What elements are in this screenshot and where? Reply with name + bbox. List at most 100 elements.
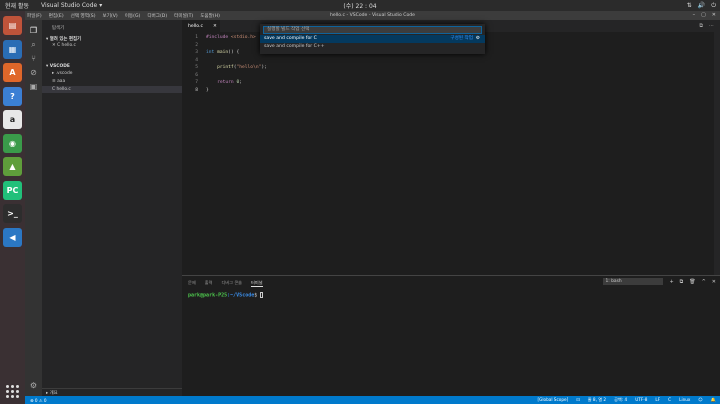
- app-menu[interactable]: Visual Studio Code ▾: [41, 2, 102, 9]
- menu-item[interactable]: 편집(E): [49, 13, 64, 19]
- status-item[interactable]: C: [668, 397, 671, 403]
- outline-section[interactable]: ▸ 개요: [42, 388, 182, 396]
- show-applications-button[interactable]: [4, 383, 20, 399]
- code-line: int main() {: [206, 50, 240, 55]
- close-panel-icon[interactable]: ✕: [712, 279, 716, 285]
- tab-output[interactable]: 출력: [205, 280, 213, 287]
- tab-hello-c[interactable]: hello.c ✕: [182, 20, 220, 32]
- power-icon[interactable]: ⏻: [711, 2, 716, 10]
- menu-item[interactable]: 보기(V): [103, 13, 118, 19]
- line-number: 2: [195, 42, 198, 48]
- window-controls: – ▢ ✕: [693, 12, 716, 18]
- option-label: save and compile for C: [264, 36, 317, 41]
- tree-item-hello-c[interactable]: C hello.c: [42, 86, 182, 93]
- status-right-group: [Global Scope] ⊡ 줄 8, 열 2 공백: 4 UTF-8 LF C Linu…: [537, 397, 716, 403]
- line-number: 1: [195, 35, 198, 40]
- menu-bar: hello.c - VSCode - Visual Studio Code 파일…: [25, 11, 720, 20]
- quick-pick-input[interactable]: 실행할 빌드 작업 선택: [263, 26, 482, 34]
- line-number: 6: [195, 72, 198, 78]
- menu-item[interactable]: 터미널(T): [174, 13, 193, 19]
- system-top-bar: 현재 활동 Visual Studio Code ▾ (수) 22 : 04 ⇅…: [0, 0, 720, 11]
- tab-terminal[interactable]: 터미널: [251, 280, 263, 287]
- menu-item[interactable]: 선택 영역(S): [71, 13, 96, 19]
- tab-problems[interactable]: 문제: [188, 280, 196, 287]
- pycharm-icon[interactable]: PC: [3, 180, 22, 200]
- clock[interactable]: (수) 22 : 04: [0, 1, 720, 10]
- terminal-select[interactable]: 1: bash: [603, 278, 664, 285]
- open-editors-section[interactable]: ▾ 열려 있는 편집기: [42, 35, 182, 42]
- line-number: 8: [195, 87, 198, 93]
- software-center-icon[interactable]: A: [3, 63, 22, 82]
- bottom-panel: 문제 출력 디버그 콘솔 터미널 1: bash + ⧉ 🗑 ^ ✕ park@…: [182, 275, 720, 396]
- app-name: Visual Studio Code: [41, 2, 98, 9]
- code-line: }: [206, 87, 209, 93]
- tab-close-icon[interactable]: ✕: [213, 24, 217, 29]
- split-terminal-icon[interactable]: ⧉: [680, 279, 684, 285]
- network-icon[interactable]: ⇅: [687, 2, 692, 10]
- project-section[interactable]: ▾ VSCODE: [42, 63, 182, 70]
- configured-task-label: 구성된 작업: [450, 36, 473, 41]
- menu-item[interactable]: 디버그(D): [147, 13, 167, 19]
- files-icon[interactable]: ❐: [28, 25, 39, 36]
- status-item[interactable]: ☺: [698, 397, 702, 403]
- trash-icon[interactable]: 🗑: [689, 279, 695, 285]
- status-item[interactable]: UTF-8: [635, 397, 647, 403]
- amazon-icon[interactable]: a: [3, 110, 22, 129]
- status-item[interactable]: 공백: 4: [614, 397, 627, 403]
- status-item[interactable]: Linux: [679, 397, 690, 403]
- status-item[interactable]: 줄 8, 열 2: [588, 397, 606, 403]
- vscode-icon[interactable]: ◀: [3, 227, 22, 247]
- code-line: #include <stdio.h>: [206, 35, 256, 40]
- close-icon[interactable]: ✕: [712, 12, 716, 18]
- split-editor-icon[interactable]: ⧉: [699, 23, 703, 29]
- dock: ▤ ▦ A? a ◉ ▲ PC >_ ◀: [0, 11, 25, 404]
- status-item[interactable]: 🔔: [711, 397, 716, 403]
- status-item[interactable]: LF: [655, 397, 660, 403]
- status-item[interactable]: ⊡: [576, 397, 580, 403]
- code-line: return 0;: [217, 80, 243, 85]
- maximize-icon[interactable]: ▢: [701, 12, 706, 18]
- gear-icon[interactable]: ⚙: [476, 35, 480, 43]
- files-icon[interactable]: ▤: [3, 16, 22, 35]
- vscode-window: hello.c - VSCode - Visual Studio Code 파일…: [25, 11, 720, 404]
- extensions-icon[interactable]: ▣: [28, 81, 39, 92]
- terminal-icon[interactable]: >_: [3, 204, 22, 223]
- system-tray[interactable]: ⇅ 🔊 ⏻: [687, 2, 716, 10]
- terminal-output[interactable]: park@park-P25:~/VScode$: [188, 292, 264, 299]
- tree-item-vscode-folder[interactable]: ▸ .vscode: [42, 70, 182, 77]
- terminal-cursor: [260, 292, 264, 298]
- android-studio-icon[interactable]: ▲: [3, 157, 22, 176]
- maximize-panel-icon[interactable]: ^: [702, 279, 706, 285]
- tree-item-aaa[interactable]: ≡ aaa: [42, 78, 182, 85]
- line-number: 5: [195, 65, 198, 70]
- menu-item[interactable]: 파일(F): [27, 13, 42, 19]
- quick-pick-option-c[interactable]: save and compile for C 구성된 작업 ⚙: [260, 35, 485, 43]
- minimize-icon[interactable]: –: [693, 12, 696, 18]
- menu-item[interactable]: 이동(G): [125, 13, 141, 19]
- debug-icon[interactable]: ⊘: [28, 67, 39, 78]
- line-number: 3: [195, 50, 198, 55]
- problems-status[interactable]: ⊗ 0 ⚠ 0: [30, 398, 47, 403]
- search-icon[interactable]: ⌕: [28, 39, 39, 50]
- tab-debug-console[interactable]: 디버그 콘솔: [221, 280, 242, 287]
- open-editor-hello-c[interactable]: ✕ C hello.c: [42, 42, 182, 49]
- activities-button[interactable]: 현재 활동: [5, 1, 29, 10]
- quick-pick-option-cpp[interactable]: save and compile for C++: [260, 43, 485, 51]
- panel-tabs: 문제 출력 디버그 콘솔 터미널: [188, 280, 263, 287]
- help-icon[interactable]: ?: [3, 86, 22, 106]
- chevron-down-icon: ▾: [99, 2, 103, 9]
- volume-icon[interactable]: 🔊: [698, 2, 705, 10]
- more-actions-icon[interactable]: ⋯: [709, 23, 714, 29]
- source-control-icon[interactable]: ⑂: [28, 53, 39, 64]
- menu-item[interactable]: 도움말(H): [200, 13, 220, 19]
- settings-icon[interactable]: ⚙: [28, 380, 39, 391]
- activity-bar: ⚙ ❐ ⌕ ⑂ ⊘ ▣: [25, 20, 42, 396]
- panel-controls: 1: bash + ⧉ 🗑 ^ ✕: [603, 278, 716, 285]
- new-terminal-icon[interactable]: +: [669, 279, 673, 285]
- writer-icon[interactable]: ▦: [3, 39, 22, 59]
- status-item[interactable]: [Global Scope]: [537, 397, 568, 403]
- line-number: 4: [195, 57, 198, 63]
- chrome-icon[interactable]: ◉: [3, 133, 22, 153]
- explorer-header: 탐색기: [52, 26, 65, 31]
- minimap[interactable]: [714, 32, 720, 275]
